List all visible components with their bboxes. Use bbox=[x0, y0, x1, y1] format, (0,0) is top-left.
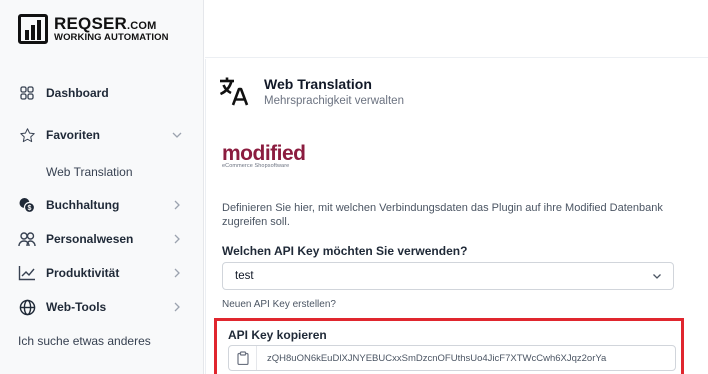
sidebar: REQSER.COM WORKING AUTOMATION Dashboard … bbox=[0, 0, 204, 374]
sidebar-item-dashboard[interactable]: Dashboard bbox=[18, 82, 194, 104]
chevron-right-icon bbox=[170, 300, 184, 314]
chart-line-icon bbox=[18, 264, 36, 282]
api-key-copy-section: API Key kopieren zQH8uON6kEuDlXJNYEBUCxx… bbox=[214, 318, 684, 374]
page-header: Web Translation Mehrsprachigkeit verwalt… bbox=[218, 75, 404, 107]
sidebar-link-other[interactable]: Ich suche etwas anderes bbox=[18, 334, 151, 348]
sidebar-item-label: Dashboard bbox=[46, 86, 109, 100]
brand-subtitle: WORKING AUTOMATION bbox=[54, 32, 169, 44]
globe-icon bbox=[18, 298, 36, 316]
api-key-copy-label: API Key kopieren bbox=[228, 328, 327, 342]
sidebar-subitem-web-translation[interactable]: Web Translation bbox=[46, 165, 133, 179]
sidebar-item-personalwesen[interactable]: Personalwesen bbox=[18, 228, 194, 250]
api-key-question-label: Welchen API Key möchten Sie verwenden? bbox=[222, 244, 468, 258]
top-header bbox=[205, 0, 708, 58]
page-title: Web Translation bbox=[264, 75, 372, 92]
clipboard-icon[interactable] bbox=[229, 346, 257, 370]
sidebar-item-label: Produktivität bbox=[46, 266, 120, 280]
sidebar-item-buchhaltung[interactable]: $ Buchhaltung bbox=[18, 194, 194, 216]
users-icon bbox=[18, 230, 36, 248]
brand-mark-icon bbox=[18, 14, 48, 44]
sidebar-item-label: Personalwesen bbox=[46, 232, 134, 246]
chevron-right-icon bbox=[170, 232, 184, 246]
coins-icon: $ bbox=[18, 196, 36, 214]
translate-icon bbox=[218, 75, 250, 107]
sidebar-item-label: Favoriten bbox=[46, 128, 101, 142]
sidebar-item-produktivitaet[interactable]: Produktivität bbox=[18, 262, 194, 284]
brand-logo[interactable]: REQSER.COM WORKING AUTOMATION bbox=[18, 14, 169, 44]
sidebar-item-label: Web-Tools bbox=[46, 300, 107, 314]
grid-icon bbox=[18, 84, 36, 102]
main-area: Web Translation Mehrsprachigkeit verwalt… bbox=[205, 59, 708, 374]
api-key-field[interactable]: zQH8uON6kEuDlXJNYEBUCxxSmDzcnOFUthsUo4Ji… bbox=[228, 345, 676, 371]
chevron-right-icon bbox=[170, 198, 184, 212]
page-subtitle: Mehrsprachigkeit verwalten bbox=[264, 94, 404, 107]
create-api-key-link[interactable]: Neuen API Key erstellen? bbox=[222, 299, 336, 310]
chevron-down-icon bbox=[651, 270, 663, 282]
plugin-description: Definieren Sie hier, mit welchen Verbind… bbox=[222, 202, 663, 228]
sidebar-item-label: Buchhaltung bbox=[46, 198, 120, 212]
brand-name: REQSER.COM bbox=[54, 14, 157, 34]
chevron-right-icon bbox=[170, 266, 184, 280]
sidebar-item-web-tools[interactable]: Web-Tools bbox=[18, 296, 194, 318]
api-key-select[interactable]: test bbox=[222, 262, 674, 290]
star-icon bbox=[18, 126, 36, 144]
content-card: Web Translation Mehrsprachigkeit verwalt… bbox=[205, 59, 708, 374]
api-key-value: zQH8uON6kEuDlXJNYEBUCxxSmDzcnOFUthsUo4Ji… bbox=[267, 352, 607, 364]
svg-text:$: $ bbox=[28, 205, 32, 212]
api-key-select-value: test bbox=[235, 270, 254, 282]
sidebar-item-favoriten[interactable]: Favoriten bbox=[18, 124, 194, 146]
modified-logo: modified eCommerce Shopsoftware bbox=[222, 142, 306, 169]
chevron-down-icon bbox=[170, 128, 184, 142]
